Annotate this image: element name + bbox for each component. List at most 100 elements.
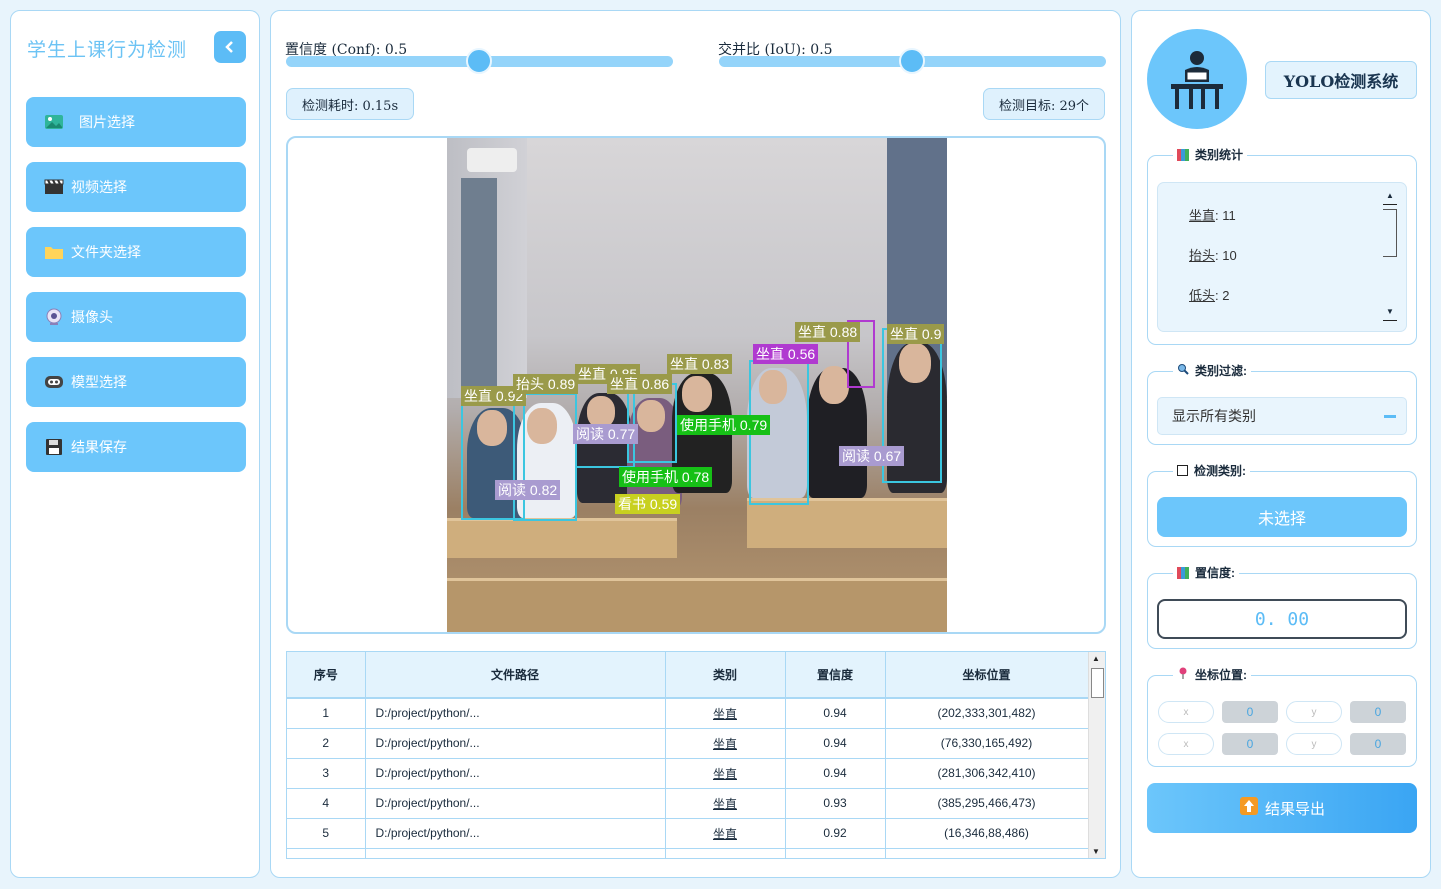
folder-select-button[interactable]: 文件夹选择 — [26, 227, 246, 277]
scroll-thumb[interactable] — [1091, 668, 1104, 698]
table-row[interactable]: 3 D:/project/python/... 坐直 0.94 (281,306… — [287, 758, 1089, 789]
column-header[interactable]: 文件路径 — [365, 652, 666, 699]
floppy-icon — [43, 438, 65, 456]
column-header[interactable]: 序号 — [287, 652, 366, 699]
scroll-down-arrow-icon[interactable]: ▼ — [1092, 847, 1100, 856]
cell-confidence: 0.93 — [785, 788, 886, 819]
magnifier-icon — [1177, 363, 1189, 378]
stat-item: 低头: 2 — [1189, 288, 1230, 303]
cell-coords: (76,330,165,492) — [885, 728, 1089, 759]
coordinates-group: 坐标位置: x 0 y 0 x 0 y 0 — [1147, 666, 1417, 767]
nav-label: 结果保存 — [71, 439, 127, 455]
cell-class: 坐直 — [665, 818, 786, 849]
nav-label: 图片选择 — [79, 114, 135, 130]
table-row[interactable]: 1 D:/project/python/... 坐直 0.94 (202,333… — [287, 698, 1089, 729]
upload-arrow-icon — [1239, 796, 1259, 820]
detection-label: 抬头 0.89 — [513, 374, 579, 394]
nav-label: 视频选择 — [71, 179, 127, 195]
cell-index: 2 — [287, 728, 366, 759]
cell-index: 5 — [287, 818, 366, 849]
category-filter-select[interactable]: 显示所有类别 — [1157, 397, 1407, 435]
coord-label: y — [1286, 733, 1342, 755]
group-title: 类别统计 — [1173, 146, 1248, 163]
nav-label: 模型选择 — [71, 374, 127, 390]
group-title: 坐标位置: — [1173, 666, 1251, 683]
coord-value: 0 — [1222, 701, 1278, 723]
model-select-button[interactable]: 模型选择 — [26, 357, 246, 407]
clapperboard-icon — [43, 178, 65, 196]
coord-label: x — [1158, 701, 1214, 723]
export-results-button[interactable]: 结果导出 — [1147, 783, 1417, 833]
cell-path: D:/project/python/... — [365, 758, 666, 789]
nav-label: 文件夹选择 — [71, 244, 141, 260]
table-row[interactable]: 4 D:/project/python/... 坐直 0.93 (385,295… — [287, 788, 1089, 819]
sidebar: 学生上课行为检测 图片选择 视频选择 文件夹选择 摄像头 模型选择 结果保存 — [10, 10, 260, 878]
cell-coords: (281,306,342,410) — [885, 758, 1089, 789]
cell-path — [365, 848, 666, 858]
category-stats-group: 类别统计 坐直: 11 抬头: 10 低头: 2 ▲ ▼ — [1147, 146, 1417, 345]
detection-label: 坐直 0.83 — [667, 354, 733, 374]
table-row[interactable]: 5 D:/project/python/... 坐直 0.92 (16,346,… — [287, 818, 1089, 849]
stat-item: 抬头: 10 — [1189, 248, 1237, 263]
detection-label: 坐直 0.9 — [887, 324, 945, 344]
robot-icon — [43, 373, 65, 391]
cell-index — [287, 848, 366, 858]
cell-path: D:/project/python/... — [365, 788, 666, 819]
column-header[interactable]: 坐标位置 — [885, 652, 1089, 699]
detection-label: 看书 0.59 — [615, 494, 681, 514]
checkbox-icon[interactable] — [1177, 465, 1188, 476]
image-select-button[interactable]: 图片选择 — [26, 97, 246, 147]
detection-time-badge: 检测耗时: 0.15s — [286, 88, 415, 120]
student-desk-icon — [1147, 29, 1247, 129]
cell-path: D:/project/python/... — [365, 728, 666, 759]
confidence-group: 置信度: 0. 00 — [1147, 564, 1417, 649]
iou-slider-thumb[interactable] — [899, 48, 925, 74]
scroll-up-arrow-icon[interactable]: ▲ — [1092, 654, 1100, 663]
collapse-sidebar-button[interactable] — [214, 31, 246, 63]
bar-chart-icon — [1177, 148, 1189, 161]
cell-coords: (385,295,466,473) — [885, 788, 1089, 819]
cell-confidence: 0.94 — [785, 758, 886, 789]
cell-coords: (16,346,88,486) — [885, 818, 1089, 849]
conf-slider-thumb[interactable] — [466, 48, 492, 74]
detect-class-group: 检测类别: 未选择 — [1147, 462, 1417, 547]
coord-value: 0 — [1350, 701, 1406, 723]
cell-coords: (202,333,301,482) — [885, 698, 1089, 729]
table-row[interactable]: 2 D:/project/python/... 坐直 0.94 (76,330,… — [287, 728, 1089, 759]
cell-class: 坐直 — [665, 698, 786, 729]
detection-label: 坐直 0.88 — [795, 322, 861, 342]
detection-count-badge: 检测目标: 29个 — [982, 88, 1105, 120]
detection-label: 坐直 0.86 — [607, 374, 673, 394]
coord-label: x — [1158, 733, 1214, 755]
cell-path: D:/project/python/... — [365, 698, 666, 729]
coord-value: 0 — [1350, 733, 1406, 755]
bbox — [627, 383, 677, 463]
detection-image: 坐直 0.92 抬头 0.89 坐直 0.85 坐直 0.86 坐直 0.83 … — [447, 138, 947, 632]
detect-class-button[interactable]: 未选择 — [1157, 497, 1407, 537]
video-select-button[interactable]: 视频选择 — [26, 162, 246, 212]
group-title: 置信度: — [1173, 564, 1239, 581]
pushpin-icon — [1177, 667, 1189, 682]
coord-label: y — [1286, 701, 1342, 723]
cell-confidence — [785, 848, 886, 858]
table-row[interactable] — [287, 848, 1089, 858]
detection-label: 坐直 0.56 — [753, 344, 819, 364]
column-header[interactable]: 类别 — [665, 652, 786, 699]
dropdown-indicator-icon — [1384, 415, 1396, 418]
cell-index: 3 — [287, 758, 366, 789]
camera-select-button[interactable]: 摄像头 — [26, 292, 246, 342]
main-area: 置信度 (Conf): 0.5 交并比 (IoU): 0.5 检测耗时: 0.1… — [270, 10, 1121, 878]
cell-confidence: 0.92 — [785, 818, 886, 849]
stats-scrollbar[interactable]: ▲ ▼ — [1383, 191, 1397, 321]
detection-label: 阅读 0.67 — [839, 446, 905, 466]
cell-confidence: 0.94 — [785, 728, 886, 759]
system-title: YOLO检测系统 — [1265, 61, 1417, 99]
app-title: 学生上课行为检测 — [27, 39, 188, 61]
column-header[interactable]: 置信度 — [785, 652, 886, 699]
detection-label: 阅读 0.82 — [495, 480, 561, 500]
table-header-row: 序号 文件路径 类别 置信度 坐标位置 — [287, 652, 1089, 699]
table-scrollbar[interactable]: ▲ ▼ — [1088, 652, 1105, 858]
detection-label: 使用手机 0.79 — [677, 415, 771, 435]
save-results-button[interactable]: 结果保存 — [26, 422, 246, 472]
cell-path: D:/project/python/... — [365, 818, 666, 849]
